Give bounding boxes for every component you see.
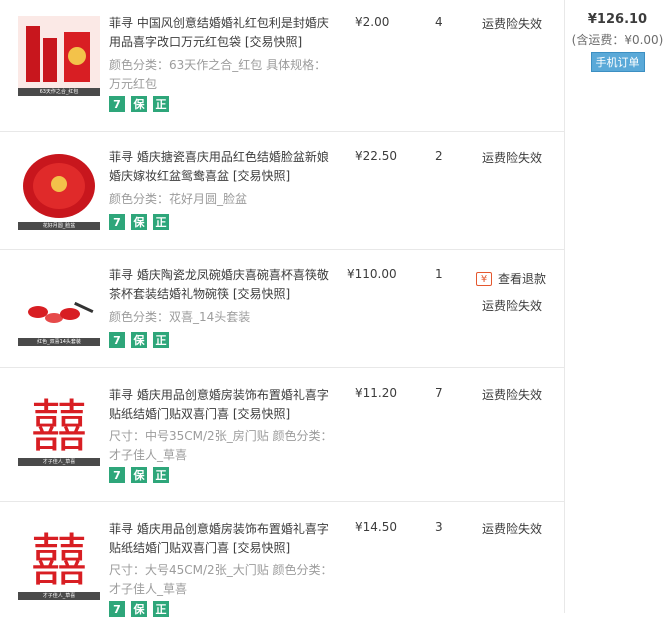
props-value: 花好月圆_脸盆 [169,192,248,206]
unit-price: ¥22.50 [355,149,397,163]
product-thumbnail[interactable]: 63天作之合_红包 [18,16,100,96]
product-title[interactable]: 菲寻 婚庆陶瓷龙凤碗婚庆喜碗喜杯喜筷敬茶杯套装结婚礼物碗筷 [交易快照] [109,266,337,304]
props-value: 双喜_14头套装 [169,310,251,324]
thumbnail-caption: 才子佳人_草喜 [18,592,100,600]
service-badges: 7 保 正 [109,467,169,483]
props-label: 尺寸： [109,563,146,577]
shipping-insurance-status: 运费险失效 [482,522,543,536]
service-badges: 7 保 正 [109,601,169,617]
thumbnail-caption: 63天作之合_红包 [18,88,100,96]
quantity: 1 [435,267,443,281]
genuine-icon[interactable]: 正 [153,332,169,348]
guarantee-icon[interactable]: 保 [131,96,147,112]
guarantee-icon[interactable]: 保 [131,214,147,230]
genuine-icon[interactable]: 正 [153,601,169,617]
shipping-insurance-status: 运费险失效 [482,151,543,165]
genuine-icon[interactable]: 正 [153,96,169,112]
product-link[interactable]: 菲寻 婚庆用品创意婚房装饰布置婚礼喜字贴纸结婚门贴双喜门喜 [109,388,329,421]
shipping-insurance-status: 运费险失效 [482,388,543,402]
seven-day-return-icon[interactable]: 7 [109,96,125,112]
props-label: 颜色分类： [109,58,170,72]
mobile-order-button[interactable]: 手机订单 [590,52,645,72]
product-props: 颜色分类：花好月圆_脸盆 [109,190,334,209]
view-refund-label: 查看退款 [498,272,547,286]
double-happiness-sticker-image: 囍 [31,395,87,460]
service-badges: 7 保 正 [109,96,169,112]
thumbnail-caption: 红色_双喜14头套装 [18,338,100,346]
wash-basin-image [23,154,95,218]
product-props: 颜色分类：双喜_14头套装 [109,308,334,327]
props-label: 颜色分类： [109,192,170,206]
order-total: ¥126.10 [587,12,648,27]
product-title[interactable]: 菲寻 婚庆用品创意婚房装饰布置婚礼喜字贴纸结婚门贴双喜门喜 [交易快照] [109,520,337,558]
service-badges: 7 保 正 [109,332,169,348]
svg-text:囍: 囍 [31,395,87,460]
service-badges: 7 保 正 [109,214,169,230]
thumbnail-caption: 才子佳人_草喜 [18,458,100,466]
shipping-included: (含运费：¥0.00) [571,33,664,47]
guarantee-icon[interactable]: 保 [131,467,147,483]
snapshot-link[interactable]: [交易快照] [233,407,290,421]
shipping-insurance-status: 运费险失效 [482,17,543,31]
product-thumbnail[interactable]: 红色_双喜14头套装 [18,266,100,346]
unit-price: ¥2.00 [355,15,390,29]
order-row: 囍 才子佳人_草喜 菲寻 婚庆用品创意婚房装饰布置婚礼喜字贴纸结婚门贴双喜门喜 … [0,368,564,502]
snapshot-link[interactable]: [交易快照] [233,287,290,301]
double-happiness-sticker-image: 囍 [31,529,87,594]
shipping-insurance-status: 运费险失效 [482,299,543,313]
quantity: 2 [435,149,443,163]
product-props: 颜色分类：63天作之合_红包 具体规格：万元红包 [109,56,334,94]
product-link[interactable]: 菲寻 婚庆陶瓷龙凤碗婚庆喜碗喜杯喜筷敬茶杯套装结婚礼物碗筷 [109,268,329,301]
order-summary: ¥126.10 (含运费：¥0.00) 手机订单 [565,12,670,72]
unit-price: ¥110.00 [347,267,397,281]
view-refund-link[interactable]: ¥ 查看退款 [476,270,546,287]
props-label: 颜色分类： [109,310,170,324]
quantity: 4 [435,15,443,29]
order-row: 囍 才子佳人_草喜 菲寻 婚庆用品创意婚房装饰布置婚礼喜字贴纸结婚门贴双喜门喜 … [0,502,564,617]
red-envelope-image [26,26,90,82]
svg-text:囍: 囍 [31,529,87,594]
order-row: 63天作之合_红包 菲寻 中国风创意结婚婚礼红包利是封婚庆用品喜字改口万元红包袋… [0,0,564,132]
seven-day-return-icon[interactable]: 7 [109,601,125,617]
yen-icon: ¥ [476,271,492,286]
guarantee-icon[interactable]: 保 [131,601,147,617]
seven-day-return-icon[interactable]: 7 [109,467,125,483]
snapshot-link[interactable]: [交易快照] [245,35,302,49]
product-title[interactable]: 菲寻 婚庆用品创意婚房装饰布置婚礼喜字贴纸结婚门贴双喜门喜 [交易快照] [109,386,337,424]
unit-price: ¥11.20 [355,386,397,400]
unit-price: ¥14.50 [355,520,397,534]
order-row: 花好月圆_脸盆 菲寻 婚庆搪瓷喜庆用品红色结婚脸盆新娘婚庆嫁妆红盆鸳鸯喜盆 [交… [0,132,564,250]
seven-day-return-icon[interactable]: 7 [109,332,125,348]
thumbnail-caption: 花好月圆_脸盆 [18,222,100,230]
product-props: 尺寸：中号35CM/2张_房门贴 颜色分类：才子佳人_草喜 [109,427,334,465]
quantity: 3 [435,520,443,534]
product-thumbnail[interactable]: 囍 才子佳人_草喜 [18,520,100,600]
genuine-icon[interactable]: 正 [153,467,169,483]
genuine-icon[interactable]: 正 [153,214,169,230]
snapshot-link[interactable]: [交易快照] [233,541,290,555]
tea-set-image [28,301,94,323]
order-grid: 63天作之合_红包 菲寻 中国风创意结婚婚礼红包利是封婚庆用品喜字改口万元红包袋… [0,0,670,617]
product-link[interactable]: 菲寻 婚庆搪瓷喜庆用品红色结婚脸盆新娘婚庆嫁妆红盆鸳鸯喜盆 [109,150,329,183]
column-divider [564,0,565,613]
product-thumbnail[interactable]: 囍 才子佳人_草喜 [18,386,100,466]
product-props: 尺寸：大号45CM/2张_大门贴 颜色分类：才子佳人_草喜 [109,561,334,599]
product-title[interactable]: 菲寻 婚庆搪瓷喜庆用品红色结婚脸盆新娘婚庆嫁妆红盆鸳鸯喜盆 [交易快照] [109,148,337,186]
guarantee-icon[interactable]: 保 [131,332,147,348]
snapshot-link[interactable]: [交易快照] [233,169,290,183]
props-label: 尺寸： [109,429,146,443]
product-link[interactable]: 菲寻 婚庆用品创意婚房装饰布置婚礼喜字贴纸结婚门贴双喜门喜 [109,522,329,555]
order-row: 红色_双喜14头套装 菲寻 婚庆陶瓷龙凤碗婚庆喜碗喜杯喜筷敬茶杯套装结婚礼物碗筷… [0,250,564,368]
seven-day-return-icon[interactable]: 7 [109,214,125,230]
quantity: 7 [435,386,443,400]
product-thumbnail[interactable]: 花好月圆_脸盆 [18,150,100,230]
product-title[interactable]: 菲寻 中国风创意结婚婚礼红包利是封婚庆用品喜字改口万元红包袋 [交易快照] [109,14,337,52]
